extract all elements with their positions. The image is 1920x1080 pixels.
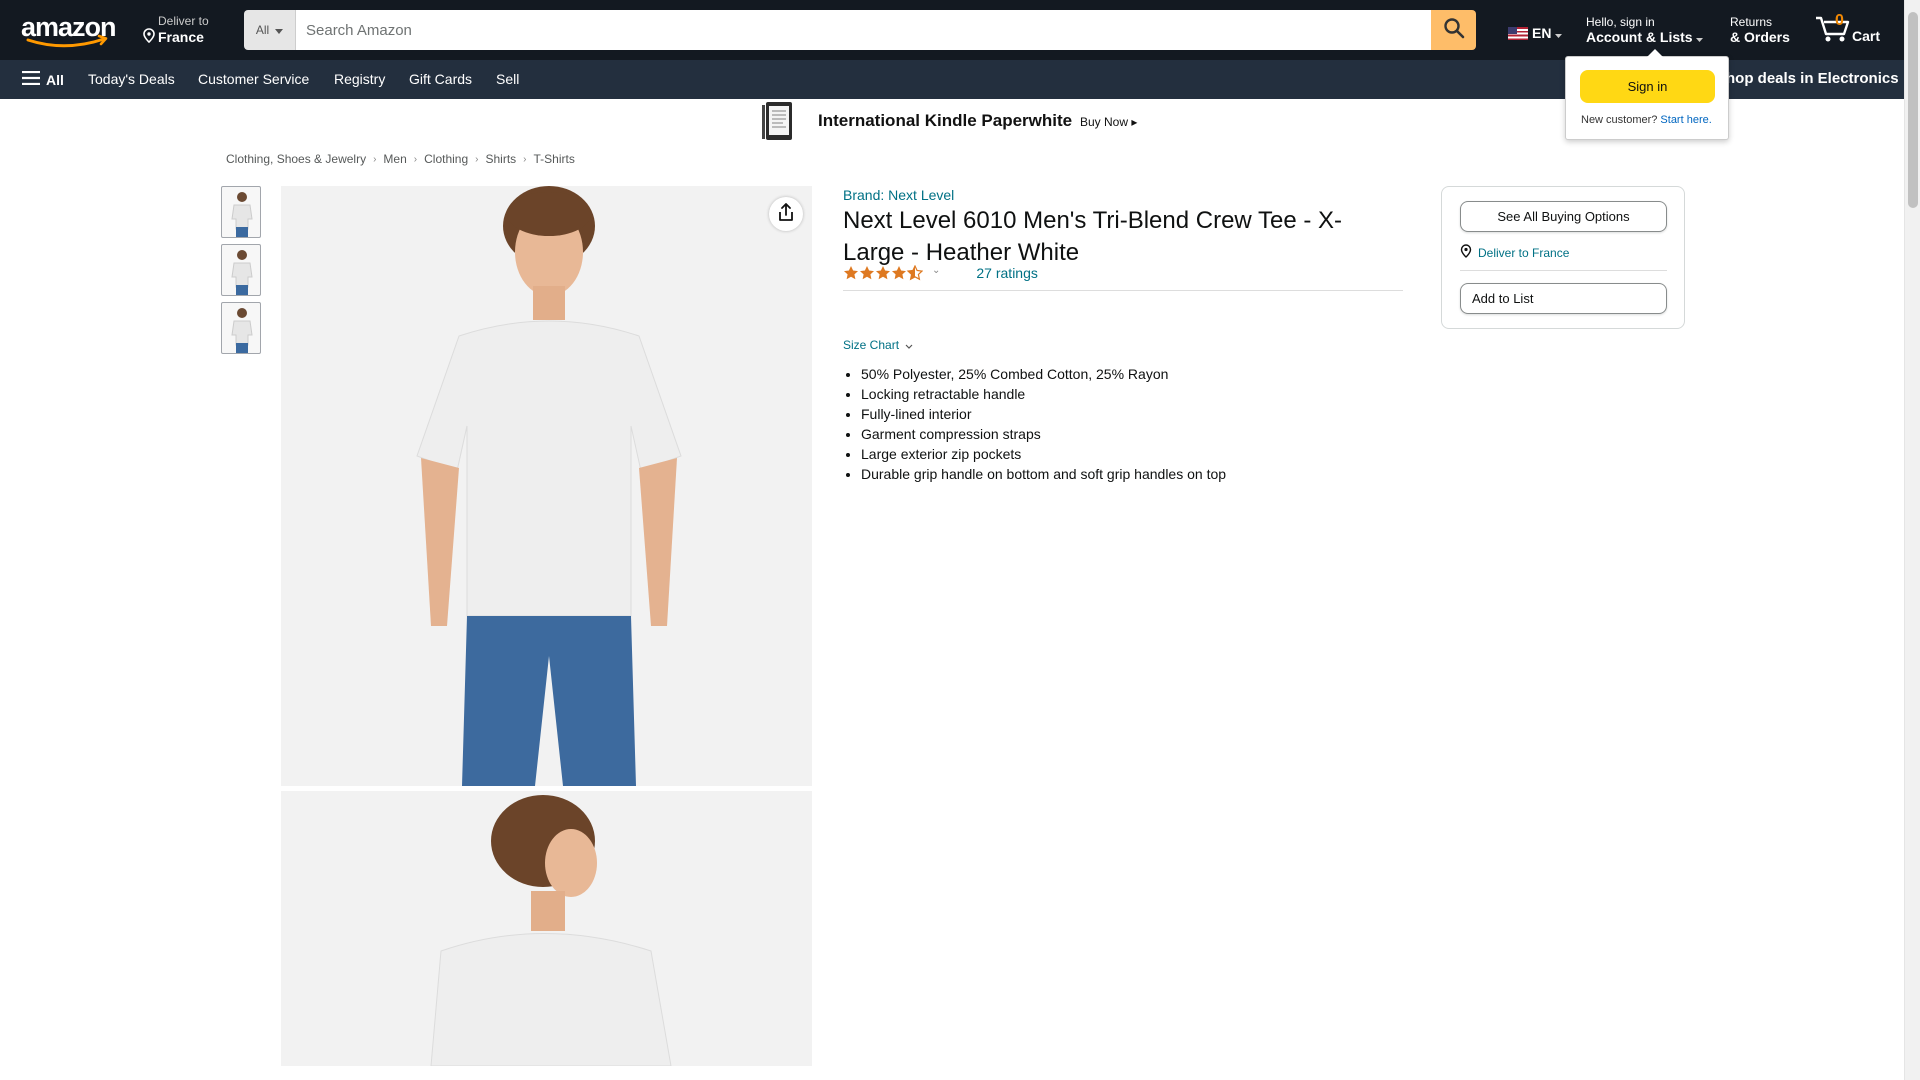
promo-link-electronics[interactable]: Shop deals in Electronics — [1716, 70, 1899, 87]
feature-bullet: Fully-lined interior — [861, 404, 1226, 424]
nav-link-sell[interactable]: Sell — [496, 71, 519, 87]
promo-banner[interactable]: International Kindle Paperwhite Buy Now … — [760, 101, 1160, 143]
size-chart-label: Size Chart — [843, 338, 900, 352]
brand-link[interactable]: Brand: Next Level — [843, 187, 1403, 203]
product-info: Brand: Next Level Next Level 6010 Men's … — [843, 187, 1403, 291]
feature-bullet: Durable grip handle on bottom and soft g… — [861, 464, 1226, 484]
share-icon — [778, 202, 794, 226]
breadcrumb: Clothing, Shoes & Jewelry › Men › Clothi… — [226, 152, 575, 166]
all-menu-button[interactable]: All — [22, 70, 64, 88]
rating-row: ⌄ 27 ratings — [843, 264, 1403, 291]
all-menu-label: All — [46, 71, 64, 88]
chevron-right-icon: › — [373, 153, 377, 165]
account-lists-label: Account & Lists — [1586, 29, 1693, 45]
breadcrumb-item[interactable]: Clothing — [424, 152, 468, 166]
cart-count: 0 — [1835, 12, 1844, 29]
orders-label: & Orders — [1730, 29, 1790, 45]
share-button[interactable] — [769, 197, 803, 231]
breadcrumb-item[interactable]: Clothing, Shoes & Jewelry — [226, 152, 366, 166]
chevron-down-icon: ⌄ — [932, 264, 941, 276]
feature-bullet: 50% Polyester, 25% Combed Cotton, 25% Ra… — [861, 364, 1226, 384]
ratings-count-link[interactable]: 27 ratings — [976, 265, 1037, 281]
language-selector[interactable]: EN — [1508, 25, 1563, 41]
banner-buy-now[interactable]: Buy Now ▸ — [1080, 115, 1137, 129]
us-flag-icon — [1508, 26, 1528, 40]
banner-cta-label: Buy Now — [1080, 115, 1129, 129]
returns-orders[interactable]: Returns & Orders — [1730, 15, 1790, 45]
top-nav: amazon Deliver to France All EN — [0, 0, 1904, 60]
nav-link-todays-deals[interactable]: Today's Deals — [88, 71, 175, 87]
search-button[interactable] — [1431, 10, 1476, 50]
location-pin-icon — [142, 28, 156, 46]
caret-down-icon — [275, 23, 284, 37]
breadcrumb-item[interactable]: T-Shirts — [534, 152, 575, 166]
chevron-right-icon: › — [413, 153, 418, 165]
divider — [1460, 270, 1667, 271]
language-label: EN — [1532, 25, 1552, 41]
search-category-select[interactable]: All — [244, 10, 296, 50]
returns-label: Returns — [1730, 15, 1773, 29]
breadcrumb-item[interactable]: Shirts — [485, 152, 516, 166]
stars-icon — [844, 264, 923, 280]
amazon-logo[interactable]: amazon — [20, 12, 122, 48]
product-thumbnail[interactable] — [221, 186, 261, 238]
caret-down-icon — [1555, 25, 1563, 41]
add-to-list-button[interactable]: Add to List — [1460, 283, 1667, 314]
banner-title: International Kindle Paperwhite — [818, 111, 1073, 130]
deliver-label: Deliver to — [158, 14, 209, 28]
sign-in-button[interactable]: Sign in — [1580, 70, 1715, 103]
account-greeting: Hello, sign in — [1586, 15, 1655, 29]
product-image-side[interactable] — [281, 791, 812, 1066]
account-lists[interactable]: Hello, sign in Account & Lists — [1586, 15, 1704, 45]
product-thumbnail[interactable] — [221, 244, 261, 296]
search-input[interactable] — [296, 10, 1431, 50]
star-rating[interactable]: ⌄ — [843, 264, 941, 281]
product-thumbnail[interactable] — [221, 302, 261, 354]
page-scrollbar[interactable] — [1904, 0, 1920, 1080]
deliver-to-label: Deliver to France — [1478, 245, 1570, 260]
deliver-country: France — [158, 29, 204, 45]
product-image-front[interactable] — [281, 186, 812, 786]
hamburger-menu-icon — [22, 70, 40, 88]
size-chart-link[interactable]: Size Chart — [843, 338, 913, 352]
location-pin-icon — [1460, 244, 1472, 261]
product-title: Next Level 6010 Men's Tri-Blend Crew Tee… — [843, 207, 1343, 266]
deliver-to[interactable]: Deliver to France — [142, 14, 222, 46]
cart-label: Cart — [1852, 28, 1881, 44]
nav-link-customer-service[interactable]: Customer Service — [198, 71, 309, 87]
start-here-link[interactable]: Start here. — [1660, 114, 1711, 126]
buy-box: See All Buying Options Deliver to France… — [1441, 186, 1685, 329]
deliver-to-link[interactable]: Deliver to France — [1460, 244, 1569, 261]
cart-button[interactable]: 0 Cart — [1814, 12, 1884, 48]
scrollbar-thumb[interactable] — [1908, 12, 1918, 208]
chevron-down-icon — [905, 338, 913, 352]
cart-icon — [1814, 14, 1852, 49]
feature-bullets: 50% Polyester, 25% Combed Cotton, 25% Ra… — [861, 364, 1226, 484]
caret-down-icon — [1696, 29, 1704, 45]
chevron-right-icon: › — [523, 153, 527, 165]
search-icon — [1443, 17, 1465, 44]
triangle-right-icon: ▸ — [1131, 115, 1138, 129]
kindle-device-icon — [760, 101, 800, 142]
new-customer-label: New customer? — [1581, 114, 1658, 126]
nav-link-registry[interactable]: Registry — [334, 71, 385, 87]
breadcrumb-item[interactable]: Men — [383, 152, 406, 166]
see-all-buying-options-button[interactable]: See All Buying Options — [1460, 201, 1667, 232]
new-customer-text: New customer? Start here. — [1581, 114, 1712, 126]
signin-flyout: Sign in New customer? Start here. — [1565, 49, 1729, 140]
feature-bullet: Locking retractable handle — [861, 384, 1226, 404]
feature-bullet: Garment compression straps — [861, 424, 1226, 444]
nav-link-gift-cards[interactable]: Gift Cards — [409, 71, 472, 87]
feature-bullet: Large exterior zip pockets — [861, 444, 1226, 464]
search-category-label: All — [255, 23, 270, 37]
chevron-right-icon: › — [475, 153, 479, 165]
search-bar: All — [244, 10, 1476, 50]
